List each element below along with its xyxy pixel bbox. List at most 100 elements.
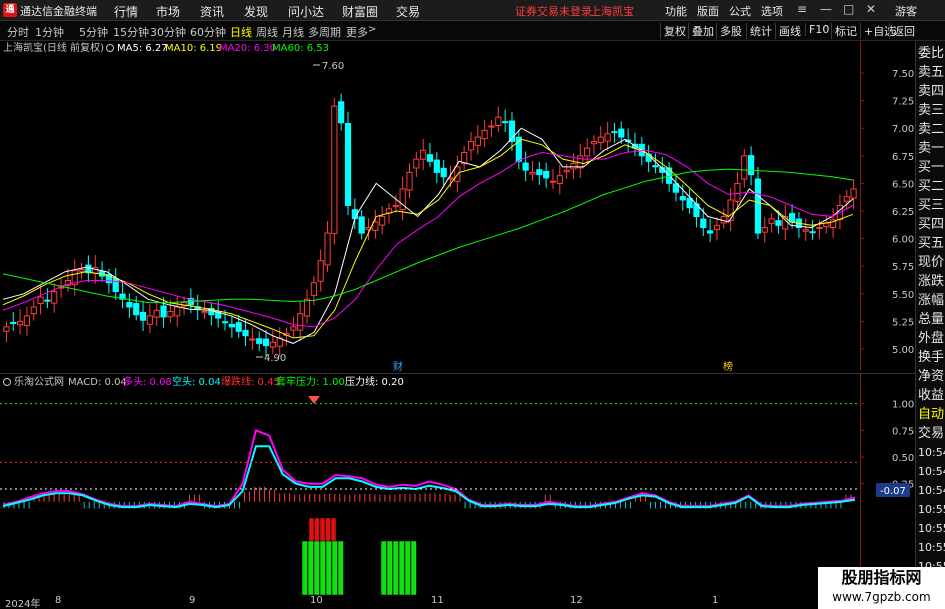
y-tick-label: 5.25 xyxy=(892,317,914,328)
candle-body xyxy=(44,299,51,302)
y-tick-label: 6.50 xyxy=(892,179,914,190)
close-icon[interactable]: ✕ xyxy=(866,2,876,16)
macd-panel[interactable]: 1.000.750.500.25 乐淘公式网 MACD: 0.04 多头: 0.… xyxy=(0,373,915,595)
candle-body xyxy=(597,136,604,144)
candle-body xyxy=(775,220,782,226)
draw-line-button[interactable]: 画线 xyxy=(775,23,804,39)
multi-stock-button[interactable]: 多股 xyxy=(716,23,745,39)
menu-quotes[interactable]: 行情 xyxy=(114,3,138,20)
ma10-label: MA10: 6.19 xyxy=(165,43,222,54)
macd-y-tick-label: 0.50 xyxy=(892,453,914,464)
green-signal-bar xyxy=(313,540,320,595)
statistics-button[interactable]: 统计 xyxy=(746,23,775,39)
window-menu-icon[interactable]: ≡ xyxy=(797,2,807,16)
period-tab-15min[interactable]: 15分钟 xyxy=(113,24,149,40)
menu-market[interactable]: 市场 xyxy=(156,3,180,20)
period-tab-30min[interactable]: 30分钟 xyxy=(150,24,186,40)
layout-button[interactable]: 版面 xyxy=(697,3,719,19)
formula-button[interactable]: 公式 xyxy=(729,3,751,19)
adjust-button[interactable]: 复权 xyxy=(660,23,689,39)
overlay-button[interactable]: 叠加 xyxy=(688,23,717,39)
candle-body xyxy=(413,158,420,169)
chevron-right-icon[interactable]: > xyxy=(368,24,376,35)
login-notice[interactable]: 证券交易未登录 xyxy=(515,3,592,19)
candle-body xyxy=(338,101,345,124)
x-label-sep: 9 xyxy=(189,595,196,606)
mark-button[interactable]: 标记 xyxy=(831,23,860,39)
guest-label[interactable]: 游客 xyxy=(895,3,917,19)
finance-mark[interactable]: 财 xyxy=(393,360,403,371)
candle-body xyxy=(440,167,447,178)
candle-body xyxy=(310,282,317,296)
candle-body xyxy=(700,218,707,229)
candle-body xyxy=(611,131,618,134)
ma20-label: MA20: 6.30 xyxy=(219,43,276,54)
crash-line-value: 爆跌线: 0.45 xyxy=(221,375,280,388)
period-toolbar: 分时 1分钟 5分钟 15分钟 30分钟 60分钟 日线 周线 月线 多周期 更… xyxy=(0,21,945,41)
period-tab-more[interactable]: 更多 xyxy=(346,24,368,40)
function-button[interactable]: 功能 xyxy=(665,3,687,19)
candle-body xyxy=(741,155,748,180)
high-annotation: 7.60 xyxy=(322,61,344,72)
green-signal-bar xyxy=(331,540,338,595)
candle-body xyxy=(317,260,324,282)
ranking-mark[interactable]: 榜 xyxy=(723,360,733,371)
bull-value: 多头: 0.08 xyxy=(123,375,172,388)
period-tab-5min[interactable]: 5分钟 xyxy=(79,24,108,40)
bear-value: 空头: 0.04 xyxy=(172,375,221,388)
green-signal-bar xyxy=(404,540,411,595)
green-signal-block xyxy=(301,540,417,595)
peak-diamond-icon xyxy=(308,396,320,404)
candle-body xyxy=(3,326,10,332)
candle-body xyxy=(556,175,563,184)
options-button[interactable]: 选项 xyxy=(761,3,783,19)
candle-body xyxy=(92,266,99,274)
period-tab-daily[interactable]: 日线 xyxy=(230,24,252,40)
maximize-icon[interactable]: □ xyxy=(843,2,854,16)
period-tab-60min[interactable]: 60分钟 xyxy=(190,24,226,40)
candle-body xyxy=(488,125,495,128)
menu-discover[interactable]: 发现 xyxy=(244,3,268,20)
period-tab-multi[interactable]: 多周期 xyxy=(308,24,341,40)
green-signal-bar xyxy=(380,540,387,595)
candle-body xyxy=(850,188,857,199)
x-label-jan: 1 xyxy=(712,595,719,606)
menu-trade[interactable]: 交易 xyxy=(396,3,420,20)
menu-news[interactable]: 资讯 xyxy=(200,3,224,20)
candle-body xyxy=(802,229,809,232)
y-tick-label: 7.25 xyxy=(892,97,914,108)
candlestick-chart[interactable]: 5.00 5.25 5.50 5.75 6.00 6.25 6.50 6.75 7.00 7.25… xyxy=(0,41,915,371)
period-tab-timeshare[interactable]: 分时 xyxy=(7,24,29,40)
candle-body xyxy=(426,154,434,162)
candle-body xyxy=(433,159,440,173)
candle-body xyxy=(843,196,850,202)
settings-circle-icon[interactable] xyxy=(106,44,114,52)
back-button[interactable]: 返回 xyxy=(889,23,918,39)
period-tab-weekly[interactable]: 周线 xyxy=(256,24,278,40)
candle-body xyxy=(584,147,591,157)
y-tick-label: 6.75 xyxy=(892,152,914,163)
candle-body xyxy=(269,341,276,348)
candle-body xyxy=(235,322,242,332)
candle-body xyxy=(344,123,352,206)
green-signal-bar xyxy=(410,540,417,595)
menu-wealth[interactable]: 财富圈 xyxy=(342,3,378,20)
period-tab-1min[interactable]: 1分钟 xyxy=(35,24,64,40)
minimize-icon[interactable]: — xyxy=(820,2,832,16)
low-annotation: 4.90 xyxy=(264,353,286,364)
y-tick-label: 7.50 xyxy=(892,69,914,80)
green-signal-bar xyxy=(319,540,326,595)
candle-body xyxy=(474,136,481,146)
green-signal-bar xyxy=(301,540,308,595)
candle-body xyxy=(788,213,796,223)
candle-body xyxy=(420,149,427,160)
indicator-settings-icon[interactable] xyxy=(3,378,11,386)
menu-ask[interactable]: 问小达 xyxy=(288,3,324,20)
candle-body xyxy=(146,315,153,325)
candle-body xyxy=(816,227,823,230)
candle-body xyxy=(78,268,85,272)
candle-body xyxy=(748,155,755,176)
period-tab-monthly[interactable]: 月线 xyxy=(282,24,304,40)
f10-button[interactable]: F10 xyxy=(805,23,832,36)
candle-body xyxy=(256,338,263,344)
